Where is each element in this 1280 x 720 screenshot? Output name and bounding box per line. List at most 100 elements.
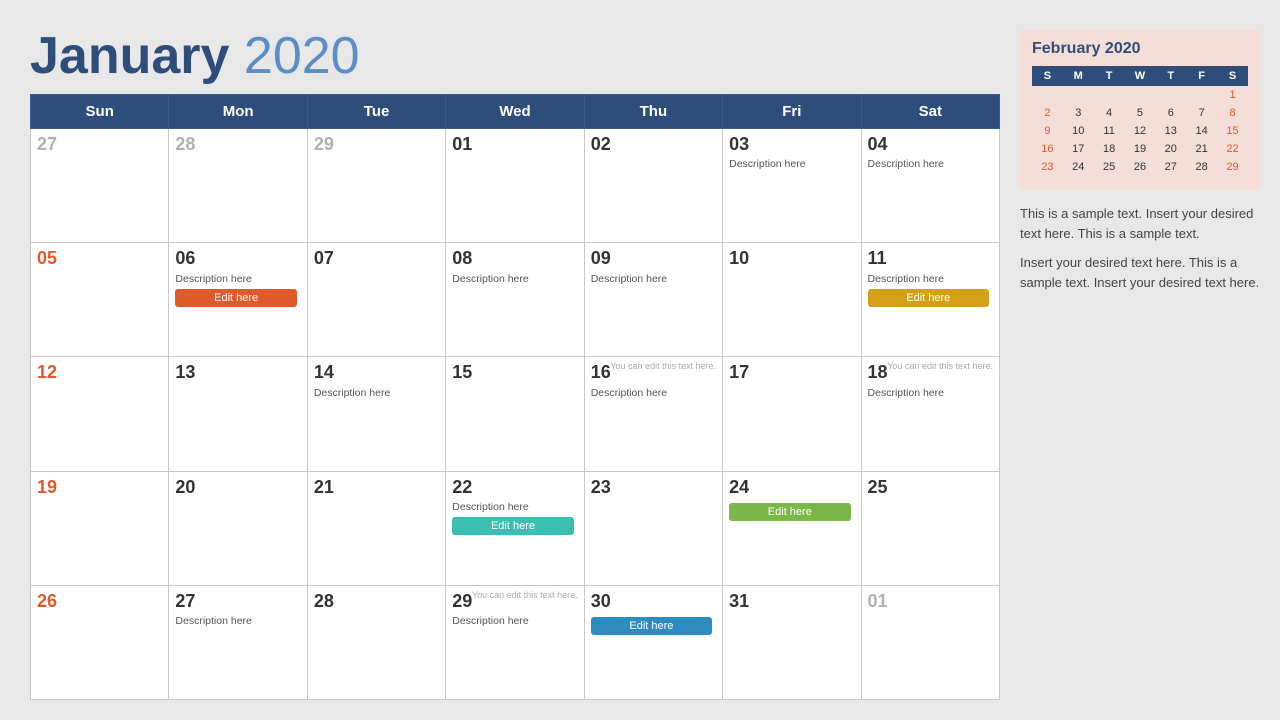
day-number: 21 (314, 476, 439, 499)
calendar-day: 31 (723, 585, 861, 699)
edit-button[interactable]: Edit here (591, 617, 712, 635)
mini-day: 1 (1217, 86, 1248, 104)
calendar-day: 28 (307, 585, 445, 699)
day-description: Description here (452, 501, 577, 513)
mini-day-header: T (1155, 66, 1186, 86)
day-hint: You can edit this text here. (610, 361, 716, 372)
mini-day: 22 (1217, 140, 1248, 158)
day-number: 22 (452, 476, 577, 499)
mini-day: 16 (1032, 140, 1063, 158)
mini-day: 26 (1125, 158, 1156, 176)
sidebar-text-1: This is a sample text. Insert your desir… (1020, 204, 1260, 243)
edit-button[interactable]: Edit here (452, 517, 573, 535)
day-number: 23 (591, 476, 716, 499)
mini-day (1063, 86, 1094, 104)
calendar-day: 14Description here (307, 357, 445, 471)
calendar-table: SunMonTueWedThuFriSat 272829010203Descri… (30, 94, 1000, 700)
mini-day: 7 (1186, 104, 1217, 122)
day-number: 10 (729, 247, 854, 270)
mini-day: 11 (1094, 122, 1125, 140)
day-number: 31 (729, 590, 854, 613)
edit-button[interactable]: Edit here (868, 289, 989, 307)
mini-day-header: F (1186, 66, 1217, 86)
edit-button[interactable]: Edit here (729, 503, 850, 521)
mini-cal-title: February 2020 (1032, 40, 1248, 58)
calendar-day: 02 (584, 129, 722, 243)
mini-day: 6 (1155, 104, 1186, 122)
calendar-day: 01 (446, 129, 584, 243)
mini-day (1032, 86, 1063, 104)
day-number: 11 (868, 247, 993, 270)
mini-day: 12 (1125, 122, 1156, 140)
mini-day: 21 (1186, 140, 1217, 158)
day-number: 07 (314, 247, 439, 270)
day-header-fri: Fri (723, 95, 861, 129)
calendar-day: 24Edit here (723, 471, 861, 585)
day-description: Description here (175, 273, 300, 285)
calendar-day: 21 (307, 471, 445, 585)
day-header-tue: Tue (307, 95, 445, 129)
day-description: Description here (591, 273, 716, 285)
day-number: 12 (37, 361, 162, 384)
mini-day: 25 (1094, 158, 1125, 176)
sidebar-text-2: Insert your desired text here. This is a… (1020, 253, 1260, 292)
day-number: 01 (868, 590, 993, 613)
calendar-day: 19 (31, 471, 169, 585)
mini-day: 18 (1094, 140, 1125, 158)
calendar-day: 05 (31, 243, 169, 357)
mini-day: 4 (1094, 104, 1125, 122)
sidebar-text: This is a sample text. Insert your desir… (1020, 204, 1260, 292)
mini-day: 9 (1032, 122, 1063, 140)
main-section: January 2020 SunMonTueWedThuFriSat 27282… (30, 20, 1000, 700)
mini-calendar-container: February 2020 SMTWTFS 123456789101112131… (1020, 30, 1260, 190)
day-header-sat: Sat (861, 95, 999, 129)
day-description: Description here (591, 387, 716, 399)
day-number: 17 (729, 361, 854, 384)
mini-day: 19 (1125, 140, 1156, 158)
month-title: January 2020 (30, 20, 1000, 82)
calendar-week-row: 0506Description hereEdit here0708Descrip… (31, 243, 1000, 357)
day-number: 03 (729, 133, 854, 156)
mini-day (1094, 86, 1125, 104)
year-label: 2020 (244, 27, 360, 85)
mini-day: 10 (1063, 122, 1094, 140)
day-number: 04 (868, 133, 993, 156)
edit-button[interactable]: Edit here (175, 289, 296, 307)
calendar-day: 18You can edit this text here.Descriptio… (861, 357, 999, 471)
calendar-day: 17 (723, 357, 861, 471)
day-number: 25 (868, 476, 993, 499)
calendar-day: 10 (723, 243, 861, 357)
day-description: Description here (868, 387, 993, 399)
calendar-week-row: 2627Description here2829You can edit thi… (31, 585, 1000, 699)
calendar-day: 29You can edit this text here.Descriptio… (446, 585, 584, 699)
calendar-day: 23 (584, 471, 722, 585)
calendar-day: 11 Description here Edit here (861, 243, 999, 357)
day-number: 29 (314, 133, 439, 156)
mini-day: 13 (1155, 122, 1186, 140)
mini-day: 20 (1155, 140, 1186, 158)
calendar-day: 28 (169, 129, 307, 243)
mini-calendar: SMTWTFS 12345678910111213141516171819202… (1032, 66, 1248, 176)
day-description: Description here (729, 158, 854, 170)
sidebar: February 2020 SMTWTFS 123456789101112131… (1020, 20, 1260, 700)
day-hint: You can edit this text here. (472, 590, 578, 601)
day-header-wed: Wed (446, 95, 584, 129)
day-number: 14 (314, 361, 439, 384)
mini-day: 2 (1032, 104, 1063, 122)
calendar-day: 03 Description here (723, 129, 861, 243)
day-number: 20 (175, 476, 300, 499)
calendar-week-row: 19 20 21 22 Description here Edit here 23 24Edi… (31, 471, 1000, 585)
day-description: Description here (868, 273, 993, 285)
calendar-day: 25 (861, 471, 999, 585)
day-description: Description here (175, 615, 300, 627)
mini-day: 15 (1217, 122, 1248, 140)
day-description: Description here (452, 615, 577, 627)
day-number: 09 (591, 247, 716, 270)
mini-day (1125, 86, 1156, 104)
calendar-day: 15 (446, 357, 584, 471)
calendar-day: 12 (31, 357, 169, 471)
calendar-week-row: 121314Description here1516You can edit t… (31, 357, 1000, 471)
calendar-day: 09 Description here (584, 243, 722, 357)
mini-day: 5 (1125, 104, 1156, 122)
day-number: 06 (175, 247, 300, 270)
